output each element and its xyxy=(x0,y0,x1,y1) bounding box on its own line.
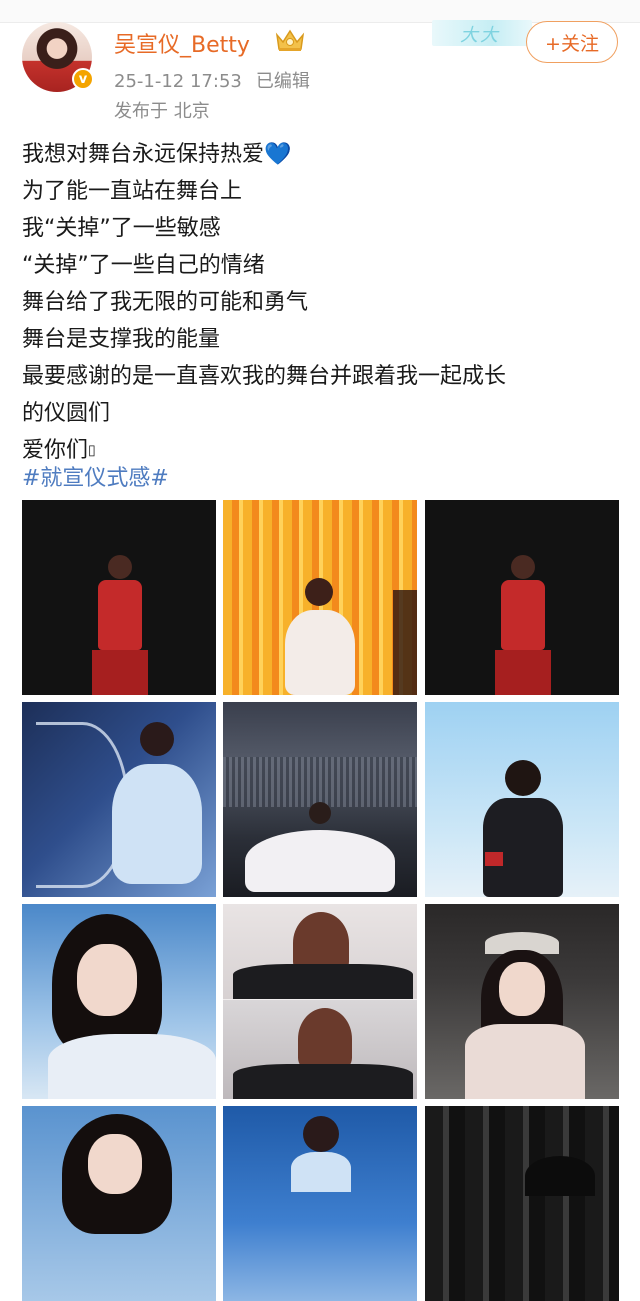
post-line: “关掉”了一些自己的情绪 xyxy=(22,253,265,278)
photo-thumbnail-7[interactable] xyxy=(22,904,216,1099)
post-line: 舞台是支撑我的能量 xyxy=(22,327,221,352)
header-banner-decoration: 大大 xyxy=(432,20,532,46)
photo-thumbnail-6[interactable] xyxy=(425,702,619,897)
post-meta: 25-1-12 17:53 已编辑 xyxy=(114,67,310,93)
crown-badge-icon[interactable] xyxy=(274,27,306,53)
post-line: 为了能一直站在舞台上 xyxy=(22,179,243,204)
post-line: 的仪圆们 xyxy=(22,401,111,426)
photo-thumbnail-5[interactable] xyxy=(223,702,417,897)
photo-thumbnail-1[interactable] xyxy=(22,500,216,695)
photo-thumbnail-2[interactable] xyxy=(223,500,417,695)
photo-thumbnail-11[interactable] xyxy=(223,1106,417,1301)
post-line: 我“关掉”了一些敏感 xyxy=(22,216,221,241)
post-text: 我想对舞台永远保持热爱💙 为了能一直站在舞台上 我“关掉”了一些敏感 “关掉”了… xyxy=(22,136,622,470)
photo-thumbnail-12[interactable] xyxy=(425,1106,619,1301)
photo-thumbnail-4[interactable] xyxy=(22,702,216,897)
follow-button[interactable]: +关注 xyxy=(526,21,618,63)
post-timestamp: 25-1-12 17:53 xyxy=(114,71,242,92)
post-location: 发布于 北京 xyxy=(114,101,210,122)
username[interactable]: 吴宣仪_Betty xyxy=(114,27,250,59)
photo-thumbnail-10[interactable] xyxy=(22,1106,216,1301)
blue-heart-icon: 💙 xyxy=(264,142,292,167)
verified-badge-icon: v xyxy=(72,68,94,90)
post-line: 舞台给了我无限的可能和勇气 xyxy=(22,290,309,315)
post-line: 我想对舞台永远保持热爱💙 xyxy=(22,142,292,167)
photo-thumbnail-3[interactable] xyxy=(425,500,619,695)
post-line: 最要感谢的是一直喜欢我的舞台并跟着我一起成长 xyxy=(22,364,507,389)
unsupported-emoji-icon: ▯ xyxy=(88,442,96,459)
photo-grid xyxy=(22,500,619,1301)
top-divider xyxy=(0,0,640,23)
hashtag-link[interactable]: #就宣仪式感# xyxy=(22,460,169,492)
edited-label[interactable]: 已编辑 xyxy=(256,71,310,92)
photo-thumbnail-8[interactable] xyxy=(223,904,417,1099)
photo-thumbnail-9[interactable] xyxy=(425,904,619,1099)
